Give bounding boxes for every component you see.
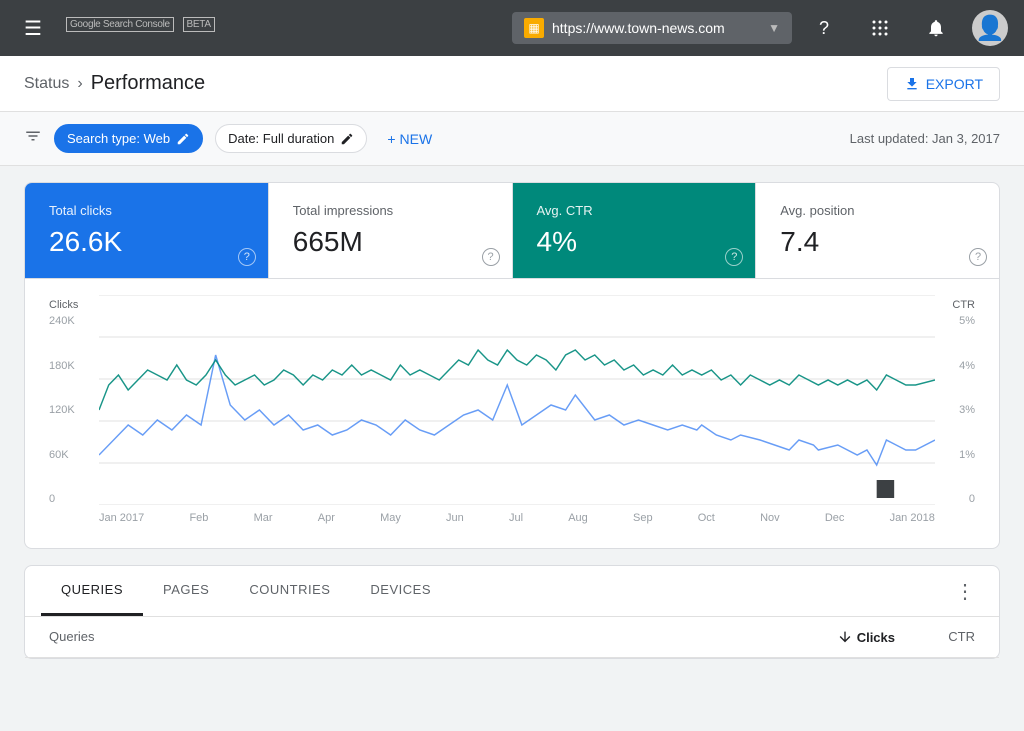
date-filter[interactable]: Date: Full duration [215,124,367,153]
performance-chart[interactable] [99,295,935,505]
tab-devices[interactable]: DEVICES [350,566,451,616]
filter-icon[interactable] [24,127,42,150]
site-url: https://www.town-news.com [552,20,760,36]
beta-badge: BETA [183,17,215,32]
url-bar[interactable]: https://www.town-news.com ▼ [512,12,792,44]
y-left-tick-60k: 60K [49,449,99,461]
apps-grid-icon[interactable] [860,8,900,48]
breadcrumb-bar: Status › Performance EXPORT [0,56,1024,112]
clicks-header-text: Clicks [857,630,895,645]
x-tick-oct: Oct [698,512,715,524]
notifications-icon[interactable] [916,8,956,48]
y-axis-right-label: CTR [952,299,975,311]
y-left-tick-240k: 240K [49,315,99,327]
x-tick-mar: Mar [254,512,273,524]
logo-text: Google Search Console [66,17,174,32]
total-clicks-label: Total clicks [49,203,244,218]
x-tick-apr: Apr [318,512,335,524]
x-tick-nov: Nov [760,512,780,524]
export-button[interactable]: EXPORT [887,67,1000,101]
total-clicks-help-icon[interactable]: ? [238,248,256,266]
x-tick-dec: Dec [825,512,845,524]
export-label: EXPORT [926,76,983,92]
y-left-tick-0: 0 [49,493,99,505]
y-right-tick-1: 1% [959,449,975,461]
breadcrumb-separator: › [77,75,82,93]
x-tick-jun: Jun [446,512,464,524]
chart-container: Clicks 240K 180K 120K 60K 0 [24,279,1000,549]
breadcrumb-parent[interactable]: Status [24,75,69,93]
url-dropdown-icon[interactable]: ▼ [768,21,780,35]
search-type-label: Search type: Web [67,131,170,146]
x-tick-sep: Sep [633,512,653,524]
avg-position-help-icon[interactable]: ? [969,248,987,266]
avg-ctr-value: 4% [537,226,732,258]
new-filter-button[interactable]: + NEW [379,125,440,153]
tabs-more-menu[interactable]: ⋮ [947,571,983,612]
site-favicon [524,18,544,38]
user-avatar[interactable] [972,10,1008,46]
total-impressions-label: Total impressions [293,203,488,218]
y-left-tick-180k: 180K [49,360,99,372]
help-icon[interactable]: ? [804,8,844,48]
search-type-filter[interactable]: Search type: Web [54,124,203,153]
avg-ctr-label: Avg. CTR [537,203,732,218]
total-clicks-value: 26.6K [49,226,244,258]
tab-pages[interactable]: PAGES [143,566,229,616]
tabs-section: QUERIES PAGES COUNTRIES DEVICES ⋮ Querie… [24,565,1000,659]
last-updated-text: Last updated: Jan 3, 2017 [850,131,1000,146]
date-label: Date: Full duration [228,131,334,146]
y-right-tick-3: 3% [959,404,975,416]
y-right-tick-5: 5% [959,315,975,327]
y-axis-left-label: Clicks [49,299,99,311]
tab-queries[interactable]: QUERIES [41,566,143,616]
chart-tooltip-marker [877,480,894,498]
tabs-header: QUERIES PAGES COUNTRIES DEVICES ⋮ [25,566,999,617]
metrics-row: Total clicks 26.6K ? Total impressions 6… [24,182,1000,279]
total-impressions-value: 665M [293,226,488,258]
avg-ctr-card[interactable]: Avg. CTR 4% ? [513,183,757,278]
avg-ctr-help-icon[interactable]: ? [725,248,743,266]
table-col-clicks-header: Clicks [837,629,895,645]
app-logo: Google Search Console BETA [62,18,215,39]
x-tick-jan2017: Jan 2017 [99,512,144,524]
x-tick-jan2018: Jan 2018 [890,512,935,524]
x-tick-may: May [380,512,401,524]
new-label: NEW [400,131,433,147]
table-header: Queries Clicks CTR [25,617,999,658]
x-tick-feb: Feb [189,512,208,524]
total-impressions-card[interactable]: Total impressions 665M ? [269,183,513,278]
avg-position-label: Avg. position [780,203,975,218]
table-col-queries-header: Queries [49,629,837,645]
top-navigation: ☰ Google Search Console BETA https://www… [0,0,1024,56]
tab-countries[interactable]: COUNTRIES [229,566,350,616]
nav-icons: ? [804,8,1008,48]
y-right-tick-4: 4% [959,360,975,372]
filter-bar: Search type: Web Date: Full duration + N… [0,112,1024,166]
y-right-tick-0: 0 [969,493,975,505]
page-title: Performance [91,72,206,95]
x-tick-aug: Aug [568,512,588,524]
menu-icon[interactable]: ☰ [16,8,50,49]
main-content: Total clicks 26.6K ? Total impressions 6… [0,166,1024,675]
total-impressions-help-icon[interactable]: ? [482,248,500,266]
avg-position-value: 7.4 [780,226,975,258]
y-left-tick-120k: 120K [49,404,99,416]
x-tick-jul: Jul [509,512,523,524]
avg-position-card[interactable]: Avg. position 7.4 ? [756,183,999,278]
table-col-ctr-header: CTR [895,629,975,645]
total-clicks-card[interactable]: Total clicks 26.6K ? [25,183,269,278]
